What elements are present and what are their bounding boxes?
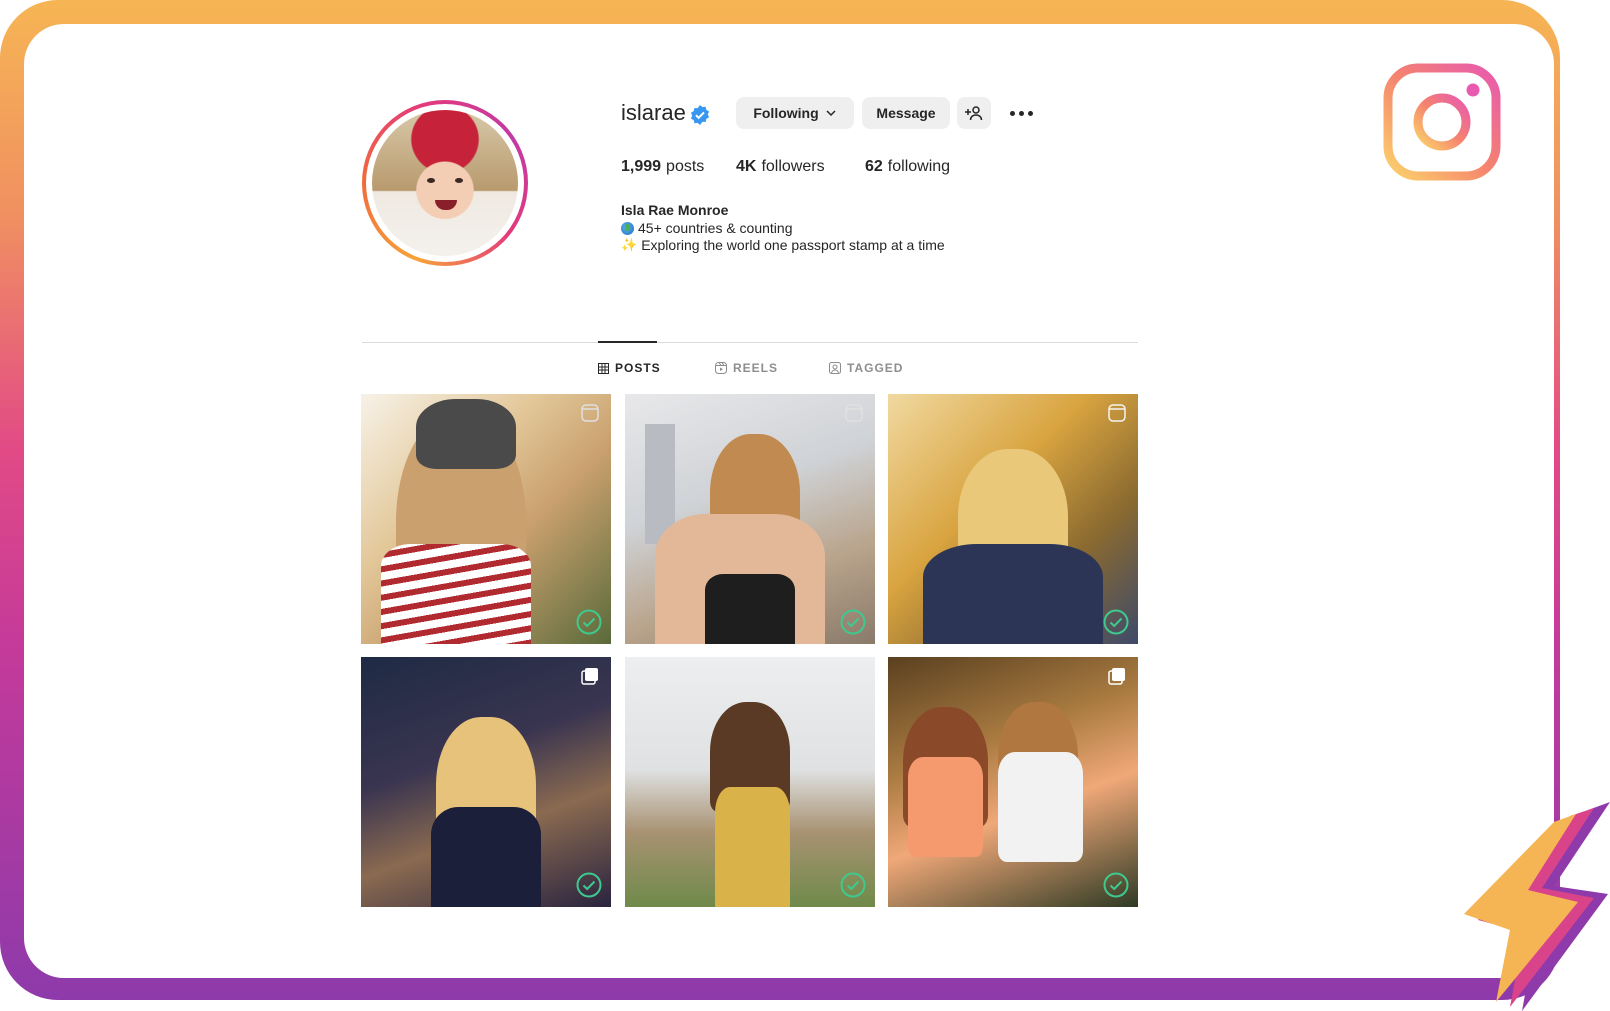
check-circle-icon (576, 872, 602, 898)
tagged-icon (829, 362, 841, 374)
reels-icon (715, 362, 727, 374)
reel-icon (845, 404, 863, 422)
check-circle-icon (576, 609, 602, 635)
tab-reels[interactable]: REELS (715, 361, 778, 375)
profile-avatar[interactable] (362, 100, 528, 266)
followers-count[interactable]: 4K followers (736, 158, 825, 176)
post-tile[interactable] (625, 657, 875, 907)
post-tile[interactable] (625, 394, 875, 644)
reel-icon (1108, 404, 1126, 422)
active-tab-indicator (598, 341, 657, 343)
profile-username: islarae (621, 100, 686, 125)
bio-full-name: Isla Rae Monroe (621, 202, 729, 218)
following-button[interactable]: Following (736, 97, 854, 129)
more-options-button[interactable] (1006, 102, 1036, 124)
sparkles-icon: ✨ (621, 237, 638, 252)
add-user-icon (965, 106, 983, 121)
bio-line: 45+ countries & counting (621, 220, 793, 236)
carousel-icon (1108, 668, 1125, 685)
verified-badge-icon (690, 105, 710, 125)
lightning-bolt-icon (1464, 802, 1610, 1011)
post-tile[interactable] (888, 657, 1138, 907)
check-circle-icon (840, 609, 866, 635)
posts-count: 1,999 posts (621, 158, 705, 175)
instagram-logo-icon (1383, 63, 1501, 181)
carousel-icon (581, 668, 598, 685)
following-count[interactable]: 62 following (865, 158, 950, 176)
tabs-divider (362, 342, 1138, 343)
post-tile[interactable] (888, 394, 1138, 644)
bio-line: ✨ Exploring the world one passport stamp… (621, 237, 945, 253)
chevron-down-icon (826, 110, 836, 117)
following-button-label: Following (753, 105, 819, 121)
grid-icon (598, 362, 609, 374)
post-tile[interactable] (361, 657, 611, 907)
message-button[interactable]: Message (862, 97, 950, 129)
avatar-photo (372, 110, 518, 256)
tab-tagged[interactable]: TAGGED (829, 361, 903, 375)
check-circle-icon (1103, 609, 1129, 635)
check-circle-icon (1103, 872, 1129, 898)
reel-icon (581, 404, 599, 422)
message-button-label: Message (876, 105, 936, 121)
tab-posts[interactable]: POSTS (598, 361, 661, 375)
suggest-user-button[interactable] (957, 97, 991, 129)
post-tile[interactable] (361, 394, 611, 644)
globe-icon (621, 221, 634, 235)
check-circle-icon (840, 872, 866, 898)
more-dots-icon (1009, 110, 1015, 116)
